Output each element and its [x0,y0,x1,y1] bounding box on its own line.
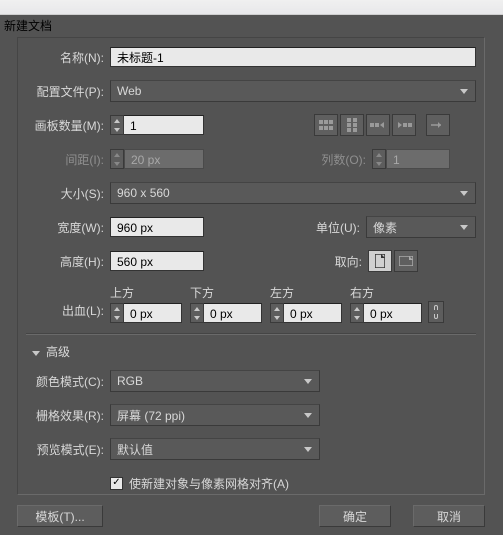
chevron-down-icon [301,442,315,456]
arrow-right-icon[interactable] [426,114,450,136]
align-pixel-label: 使新建对象与像素网格对齐(A) [129,475,289,492]
bleed-right-value[interactable]: 0 px [364,303,422,323]
bleed-left-value[interactable]: 0 px [284,303,342,323]
bleed-left-label: 左方 [270,284,342,301]
artboards-stepper[interactable]: 1 [110,115,204,135]
chevron-down-icon [32,345,40,359]
units-value: 像素 [373,219,397,236]
orientation-portrait-icon[interactable] [368,250,392,272]
raster-dropdown[interactable]: 屏幕 (72 ppi) [110,404,320,426]
raster-value: 屏幕 (72 ppi) [117,407,185,424]
size-label: 大小(S): [26,185,104,202]
orientation-label: 取向: [335,253,362,270]
units-label: 单位(U): [316,219,360,236]
checkbox-icon [110,477,123,490]
bleed-left-stepper[interactable]: 0 px [270,303,342,323]
spacing-stepper: 20 px [110,149,204,169]
colormode-dropdown[interactable]: RGB [110,370,320,392]
columns-label: 列数(O): [321,151,366,168]
arrange-row-right-icon[interactable] [366,114,390,136]
profile-label: 配置文件(P): [26,83,104,100]
profile-dropdown[interactable]: Web [110,80,476,102]
profile-value: Web [117,84,141,98]
bleed-top-stepper[interactable]: 0 px [110,303,182,323]
width-label: 宽度(W): [26,219,104,236]
name-label: 名称(N): [26,49,104,66]
arrange-row-left-icon[interactable] [392,114,416,136]
columns-value: 1 [386,149,450,169]
width-input[interactable]: 960 px [110,217,204,237]
arrange-grid-row-icon[interactable] [314,114,338,136]
chevron-down-icon [457,84,471,98]
size-value: 960 x 560 [117,186,170,200]
preview-label: 预览模式(E): [26,441,104,458]
cancel-button[interactable]: 取消 [413,505,485,527]
ok-button[interactable]: 确定 [319,505,391,527]
artboards-label: 画板数量(M): [26,117,104,134]
advanced-disclosure[interactable]: 高级 [32,343,476,360]
colormode-label: 颜色模式(C): [26,373,104,390]
bleed-top-label: 上方 [110,284,182,301]
size-dropdown[interactable]: 960 x 560 [110,182,476,204]
bleed-label: 出血(L): [26,302,104,323]
arrange-grid-col-icon[interactable] [340,114,364,136]
chevron-down-icon [301,374,315,388]
bleed-right-stepper[interactable]: 0 px [350,303,422,323]
chevron-down-icon [457,186,471,200]
chevron-down-icon [301,408,315,422]
bleed-bottom-stepper[interactable]: 0 px [190,303,262,323]
spacing-label: 间距(I): [26,151,104,168]
bleed-top-value[interactable]: 0 px [124,303,182,323]
columns-stepper: 1 [372,149,450,169]
units-dropdown[interactable]: 像素 [366,216,476,238]
link-bleed-icon[interactable] [428,301,444,323]
chevron-down-icon [457,220,471,234]
orientation-landscape-icon[interactable] [394,250,418,272]
bleed-bottom-label: 下方 [190,284,262,301]
advanced-label: 高级 [46,343,70,360]
name-input[interactable]: 未标题-1 [110,47,476,67]
preview-dropdown[interactable]: 默认值 [110,438,320,460]
height-input[interactable]: 560 px [110,251,204,271]
colormode-value: RGB [117,374,143,388]
preview-value: 默认值 [117,441,153,458]
window-title: 新建文档 [4,17,52,34]
height-label: 高度(H): [26,253,104,270]
spacing-value: 20 px [124,149,204,169]
raster-label: 栅格效果(R): [26,407,104,424]
template-button[interactable]: 模板(T)... [17,505,103,527]
bleed-right-label: 右方 [350,284,422,301]
artboards-value[interactable]: 1 [124,115,204,135]
align-pixel-checkbox[interactable]: 使新建对象与像素网格对齐(A) [110,475,289,492]
bleed-bottom-value[interactable]: 0 px [204,303,262,323]
